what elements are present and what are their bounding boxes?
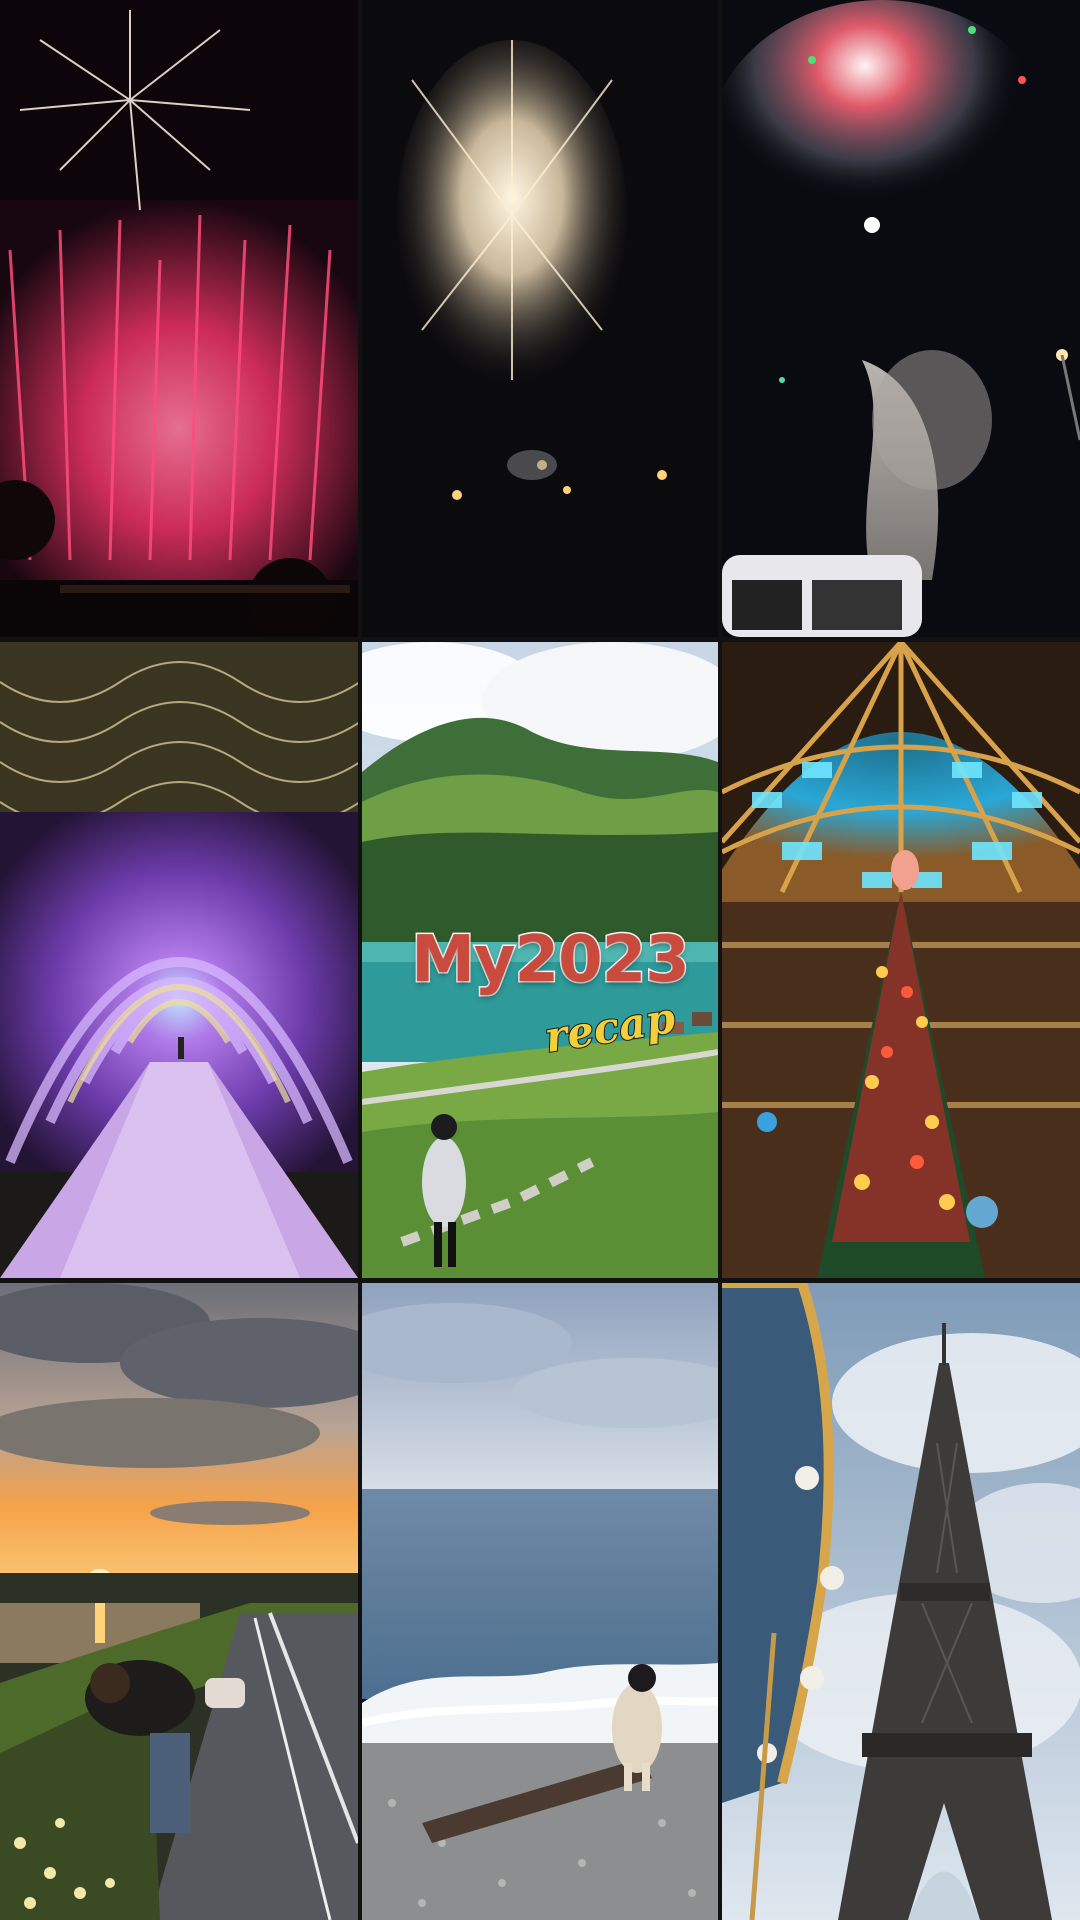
mountain-lake-image xyxy=(362,642,718,1278)
photo-mountain-lake[interactable] xyxy=(362,642,718,1278)
fireworks-red-image xyxy=(0,0,358,637)
fireworks-white-image xyxy=(362,0,718,637)
photo-collage xyxy=(0,0,1080,1920)
photo-sunset-path[interactable] xyxy=(0,1283,358,1920)
sunset-path-image xyxy=(0,1283,358,1920)
seaside-waves-image xyxy=(362,1283,718,1920)
dome-christmas-tree-image xyxy=(722,642,1080,1278)
light-tunnel-image xyxy=(0,642,358,1278)
eiffel-tower-image xyxy=(722,1283,1080,1920)
fireworks-smoke-image xyxy=(722,0,1080,637)
photo-fireworks-smoke[interactable] xyxy=(722,0,1080,637)
photo-fireworks-white[interactable] xyxy=(362,0,718,637)
photo-light-tunnel[interactable] xyxy=(0,642,358,1278)
photo-fireworks-red[interactable] xyxy=(0,0,358,637)
photo-eiffel-tower[interactable] xyxy=(722,1283,1080,1920)
photo-dome-christmas-tree[interactable] xyxy=(722,642,1080,1278)
photo-seaside-waves[interactable] xyxy=(362,1283,718,1920)
